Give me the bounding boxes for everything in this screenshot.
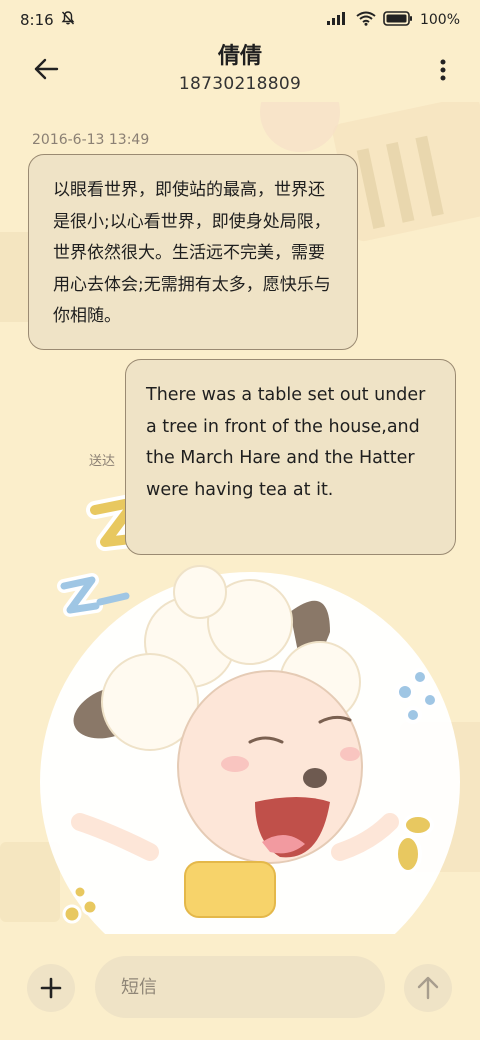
compose-bar <box>0 934 480 1040</box>
battery-icon <box>383 10 413 30</box>
message-timestamp: 2016-6-13 13:49 <box>32 132 150 148</box>
send-button[interactable] <box>404 964 452 1012</box>
add-attachment-button[interactable] <box>27 964 75 1012</box>
status-bar: 8:16 100% <box>0 0 480 40</box>
signal-icon <box>326 11 349 29</box>
delivery-status: 送达 <box>89 454 116 469</box>
incoming-message-text: 以眼看世界，即使站的最高，世界还是很小;以心看世界，即使身处局限，世界依然很大。… <box>53 180 331 326</box>
status-right: 100% <box>326 10 460 30</box>
wifi-icon <box>356 11 376 30</box>
contact-name: 倩倩 <box>217 44 262 69</box>
contact-title[interactable]: 倩倩 18730218809 <box>0 42 480 96</box>
incoming-message-bubble[interactable]: 以眼看世界，即使站的最高，世界还是很小;以心看世界，即使身处局限，世界依然很大。… <box>28 154 358 350</box>
conversation-header: 倩倩 18730218809 <box>0 40 480 102</box>
contact-number: 18730218809 <box>178 74 302 94</box>
outgoing-message-bubble[interactable]: There was a table set out under a tree i… <box>125 359 456 555</box>
chat-area[interactable]: 2016-6-13 13:49 以眼看世界，即使站的最高，世界还是很小;以心看世… <box>0 102 480 934</box>
notifications-muted-icon <box>60 10 76 30</box>
more-options-button[interactable] <box>436 56 450 84</box>
message-input[interactable] <box>95 956 385 1018</box>
send-arrow-up-icon <box>417 976 439 1000</box>
battery-percent: 100% <box>419 12 460 28</box>
plus-icon <box>40 977 62 999</box>
status-left: 8:16 <box>20 10 76 30</box>
outgoing-message-text: There was a table set out under a tree i… <box>146 385 426 500</box>
status-time: 8:16 <box>20 11 54 29</box>
more-vert-icon <box>440 59 446 81</box>
